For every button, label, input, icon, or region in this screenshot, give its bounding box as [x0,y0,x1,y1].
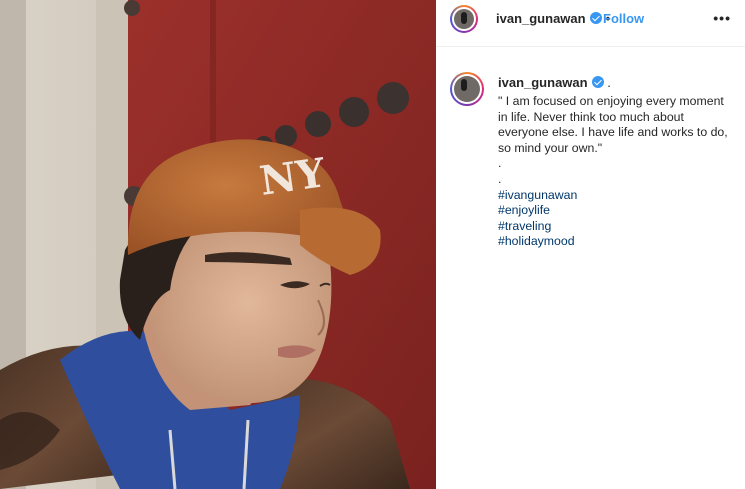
avatar-image [454,9,474,29]
svg-text:NY: NY [257,149,328,205]
verified-badge-icon [591,76,604,88]
caption-avatar-image [454,76,480,102]
caption-dot: . [498,171,502,186]
caption-username-link[interactable]: ivan_gunawan . [498,75,611,90]
post-caption: " I am focused on enjoying every moment … [498,94,734,250]
post-photo[interactable]: NY [0,0,436,489]
post-side-panel: ivan_gunawan • Follow ••• ivan_gunawan . … [436,0,745,489]
caption-name-dot: . [607,75,611,90]
hashtag-link[interactable]: #enjoylife [498,203,734,219]
caption-avatar[interactable] [450,72,484,106]
more-options-icon[interactable]: ••• [713,10,731,26]
header-username-link[interactable]: ivan_gunawan • [496,11,614,26]
post-header: ivan_gunawan • Follow ••• [436,0,745,47]
verified-badge-icon [589,12,602,24]
caption-dot: . [498,156,502,171]
header-username[interactable]: ivan_gunawan [496,11,586,26]
hashtag-link[interactable]: #traveling [498,219,734,235]
hashtag-list: #ivangunawan #enjoylife #traveling #holi… [498,188,734,250]
profile-avatar[interactable] [450,5,478,33]
hashtag-link[interactable]: #holidaymood [498,234,734,250]
follow-button[interactable]: Follow [603,11,644,26]
post-photo-illustration: NY [0,0,436,489]
caption-text: " I am focused on enjoying every moment … [498,94,728,155]
hashtag-link[interactable]: #ivangunawan [498,188,734,204]
caption-username[interactable]: ivan_gunawan [498,75,588,90]
